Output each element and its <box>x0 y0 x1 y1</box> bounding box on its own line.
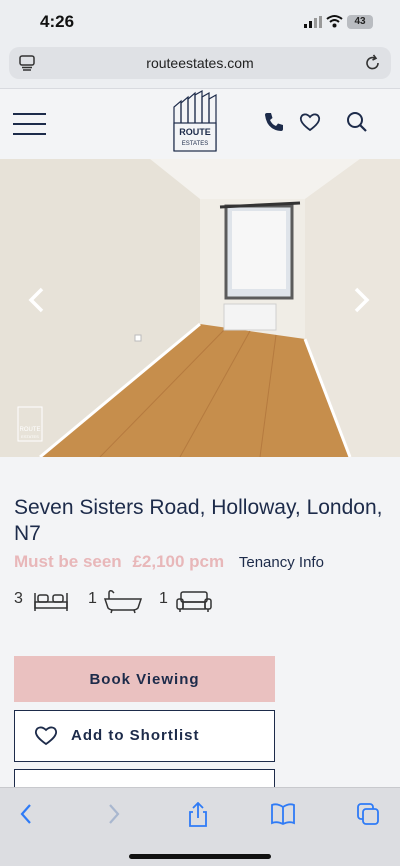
bedroom-count: 3 <box>14 590 23 607</box>
bed-icon <box>34 593 68 611</box>
heart-icon[interactable] <box>299 111 321 133</box>
browser-address-area: routeestates.com <box>0 44 400 89</box>
svg-text:ESTATES: ESTATES <box>182 141 208 147</box>
bookmarks-icon[interactable] <box>270 802 296 826</box>
back-icon[interactable] <box>18 802 34 826</box>
bathroom-count: 1 <box>88 590 97 607</box>
status-badge: Must be seen <box>14 552 122 571</box>
search-icon[interactable] <box>346 111 368 133</box>
route-estates-logo[interactable]: ROUTE ESTATES <box>172 89 218 153</box>
battery-indicator: 43 <box>347 15 373 29</box>
property-price: £2,100 pcm <box>132 552 225 571</box>
chevron-left-icon[interactable] <box>26 287 46 313</box>
bath-icon <box>103 590 143 614</box>
sofa-icon <box>176 591 212 612</box>
chevron-right-icon[interactable] <box>352 287 372 313</box>
home-indicator <box>129 854 271 859</box>
tenancy-info-link[interactable]: Tenancy Info <box>239 554 324 571</box>
url-text: routeestates.com <box>146 55 254 71</box>
property-photo-carousel[interactable]: ROUTE ESTATES <box>0 159 400 457</box>
address-bar[interactable]: routeestates.com <box>9 47 391 79</box>
add-to-shortlist-button[interactable]: Add to Shortlist <box>14 710 275 762</box>
shortlist-label: Add to Shortlist <box>71 727 200 744</box>
book-viewing-button[interactable]: Book Viewing <box>14 656 275 702</box>
property-details: Seven Sisters Road, Holloway, London, N7… <box>0 457 400 800</box>
reception-count: 1 <box>159 590 168 607</box>
phone-icon[interactable] <box>263 111 285 133</box>
property-photo: ROUTE ESTATES <box>0 159 400 457</box>
menu-icon[interactable] <box>13 113 46 135</box>
svg-text:ROUTE: ROUTE <box>179 127 211 137</box>
property-title: Seven Sisters Road, Holloway, London, N7 <box>14 496 383 545</box>
reload-icon[interactable] <box>365 54 381 72</box>
svg-text:ESTATES: ESTATES <box>21 434 39 439</box>
cellular-signal-icon <box>304 16 322 28</box>
svg-text:ROUTE: ROUTE <box>20 427 41 433</box>
status-time: 4:26 <box>40 12 75 31</box>
price-row: Must be seen £2,100 pcm Tenancy Info <box>14 552 324 572</box>
wifi-icon <box>326 15 343 28</box>
forward-icon[interactable] <box>106 802 122 826</box>
heart-icon <box>34 726 58 746</box>
status-bar: 4:26 43 <box>0 0 400 44</box>
tabs-icon[interactable] <box>356 802 380 826</box>
share-icon[interactable] <box>187 802 209 828</box>
site-header: ROUTE ESTATES <box>0 89 400 159</box>
